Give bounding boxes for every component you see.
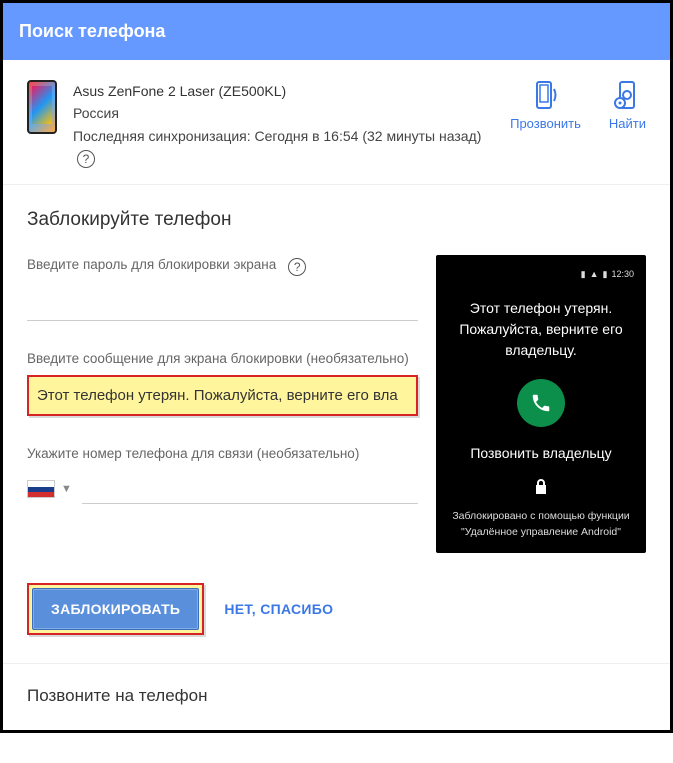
country-flag-selector[interactable]: ▼ <box>27 480 72 498</box>
lock-screen-preview: ▮ ▲ ▮ 12:30 Этот телефон утерян. Пожалуй… <box>436 255 646 554</box>
message-highlight <box>27 375 418 416</box>
device-name: Asus ZenFone 2 Laser (ZE500KL) <box>73 80 498 102</box>
preview-lost-message: Этот телефон утерян. Пожалуйста, верните… <box>448 298 634 361</box>
page-title: Поиск телефона <box>19 21 165 41</box>
signal-icon: ▮ <box>581 269 586 280</box>
page-header: Поиск телефона <box>3 3 670 60</box>
locate-icon <box>613 80 641 110</box>
callback-phone-input[interactable] <box>82 474 418 504</box>
device-row: Asus ZenFone 2 Laser (ZE500KL) Россия По… <box>3 60 670 185</box>
lock-message-input[interactable] <box>29 377 416 414</box>
device-sync-text: Последняя синхронизация: Сегодня в 16:54… <box>73 128 481 144</box>
preview-locked-by-2: "Удалённое управление Android" <box>448 524 634 541</box>
locate-action[interactable]: Найти <box>609 80 646 131</box>
preview-time: 12:30 <box>611 269 634 279</box>
call-section-title: Позвоните на телефон <box>27 686 646 706</box>
preview-call-owner: Позвонить владельцу <box>448 445 634 461</box>
phone-ring-icon <box>532 80 560 110</box>
lock-section-title: Заблокируйте телефон <box>27 209 646 231</box>
lock-icon <box>448 479 634 498</box>
phone-handset-icon <box>530 392 552 414</box>
chevron-down-icon: ▼ <box>61 483 72 495</box>
help-icon[interactable]: ? <box>288 258 306 276</box>
preview-call-button <box>517 379 565 427</box>
preview-locked-by-1: Заблокировано с помощью функции <box>448 508 634 525</box>
ring-action[interactable]: Прозвонить <box>510 80 581 131</box>
lock-button[interactable]: ЗАБЛОКИРОВАТЬ <box>32 588 199 630</box>
message-label: Введите сообщение для экрана блокировки … <box>27 349 418 369</box>
lock-button-highlight: ЗАБЛОКИРОВАТЬ <box>27 583 204 635</box>
device-thumbnail <box>27 80 57 134</box>
flag-russia-icon <box>27 480 55 498</box>
preview-status-bar: ▮ ▲ ▮ 12:30 <box>448 269 634 280</box>
callback-phone-label: Укажите номер телефона для связи (необяз… <box>27 444 418 464</box>
battery-icon: ▮ <box>603 269 608 280</box>
password-input[interactable] <box>27 291 418 321</box>
wifi-icon: ▲ <box>590 269 599 279</box>
no-thanks-button[interactable]: НЕТ, СПАСИБО <box>224 601 333 617</box>
help-icon[interactable]: ? <box>77 150 95 168</box>
device-location: Россия <box>73 102 498 124</box>
password-label: Введите пароль для блокировки экрана <box>27 255 276 275</box>
